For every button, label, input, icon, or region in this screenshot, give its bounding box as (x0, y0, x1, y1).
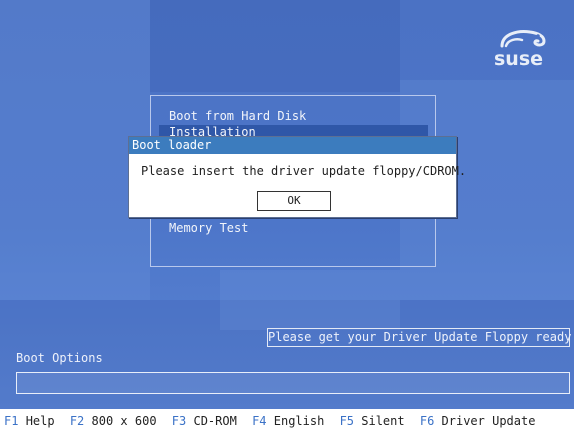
boot-screen: suse Boot from Hard Disk Installation Me… (0, 0, 574, 409)
boot-loader-dialog: Boot loader Please insert the driver upd… (128, 136, 466, 218)
fkey-key: F6 (419, 414, 435, 428)
menu-item-memory-test[interactable]: Memory Test (169, 221, 248, 235)
fkey-splash[interactable]: F5 Silent (340, 414, 405, 428)
boot-options-label: Boot Options (16, 351, 103, 365)
fkey-key: F3 (171, 414, 187, 428)
fkey-key: F1 (4, 414, 19, 428)
driver-update-hint: Please get your Driver Update Floppy rea… (267, 328, 574, 347)
fkey-key: F4 (252, 414, 267, 428)
fkey-label: Silent (361, 414, 405, 428)
fkey-resolution[interactable]: F2 800 x 600 (70, 414, 157, 428)
fkey-label: 800 x 600 (91, 414, 157, 428)
dialog-message: Please insert the driver update floppy/C… (141, 164, 467, 178)
fkey-key: F2 (69, 414, 85, 428)
fkey-label: English (273, 414, 325, 428)
suse-logo-text: suse (494, 48, 544, 70)
background-panel (220, 270, 400, 330)
fkey-source[interactable]: F3 CD-ROM (172, 414, 237, 428)
boot-options-input[interactable] (16, 372, 570, 394)
fkey-label: Driver Update (441, 414, 536, 428)
menu-item-boot-from-hard-disk[interactable]: Boot from Hard Disk (169, 109, 306, 123)
ok-button[interactable]: OK (257, 191, 331, 211)
dialog-title: Boot loader (129, 137, 456, 154)
background-panel (150, 0, 400, 92)
fkey-language[interactable]: F4 English (252, 414, 324, 428)
fkey-help[interactable]: F1 Help (4, 414, 55, 428)
fkey-key: F5 (339, 414, 355, 428)
function-key-bar: F1 Help F2 800 x 600 F3 CD-ROM F4 Englis… (0, 409, 574, 434)
suse-logo: suse (492, 24, 550, 70)
fkey-label: CD-ROM (193, 414, 237, 428)
fkey-driver-update[interactable]: F6 Driver Update (420, 414, 536, 428)
fkey-label: Help (25, 414, 55, 428)
